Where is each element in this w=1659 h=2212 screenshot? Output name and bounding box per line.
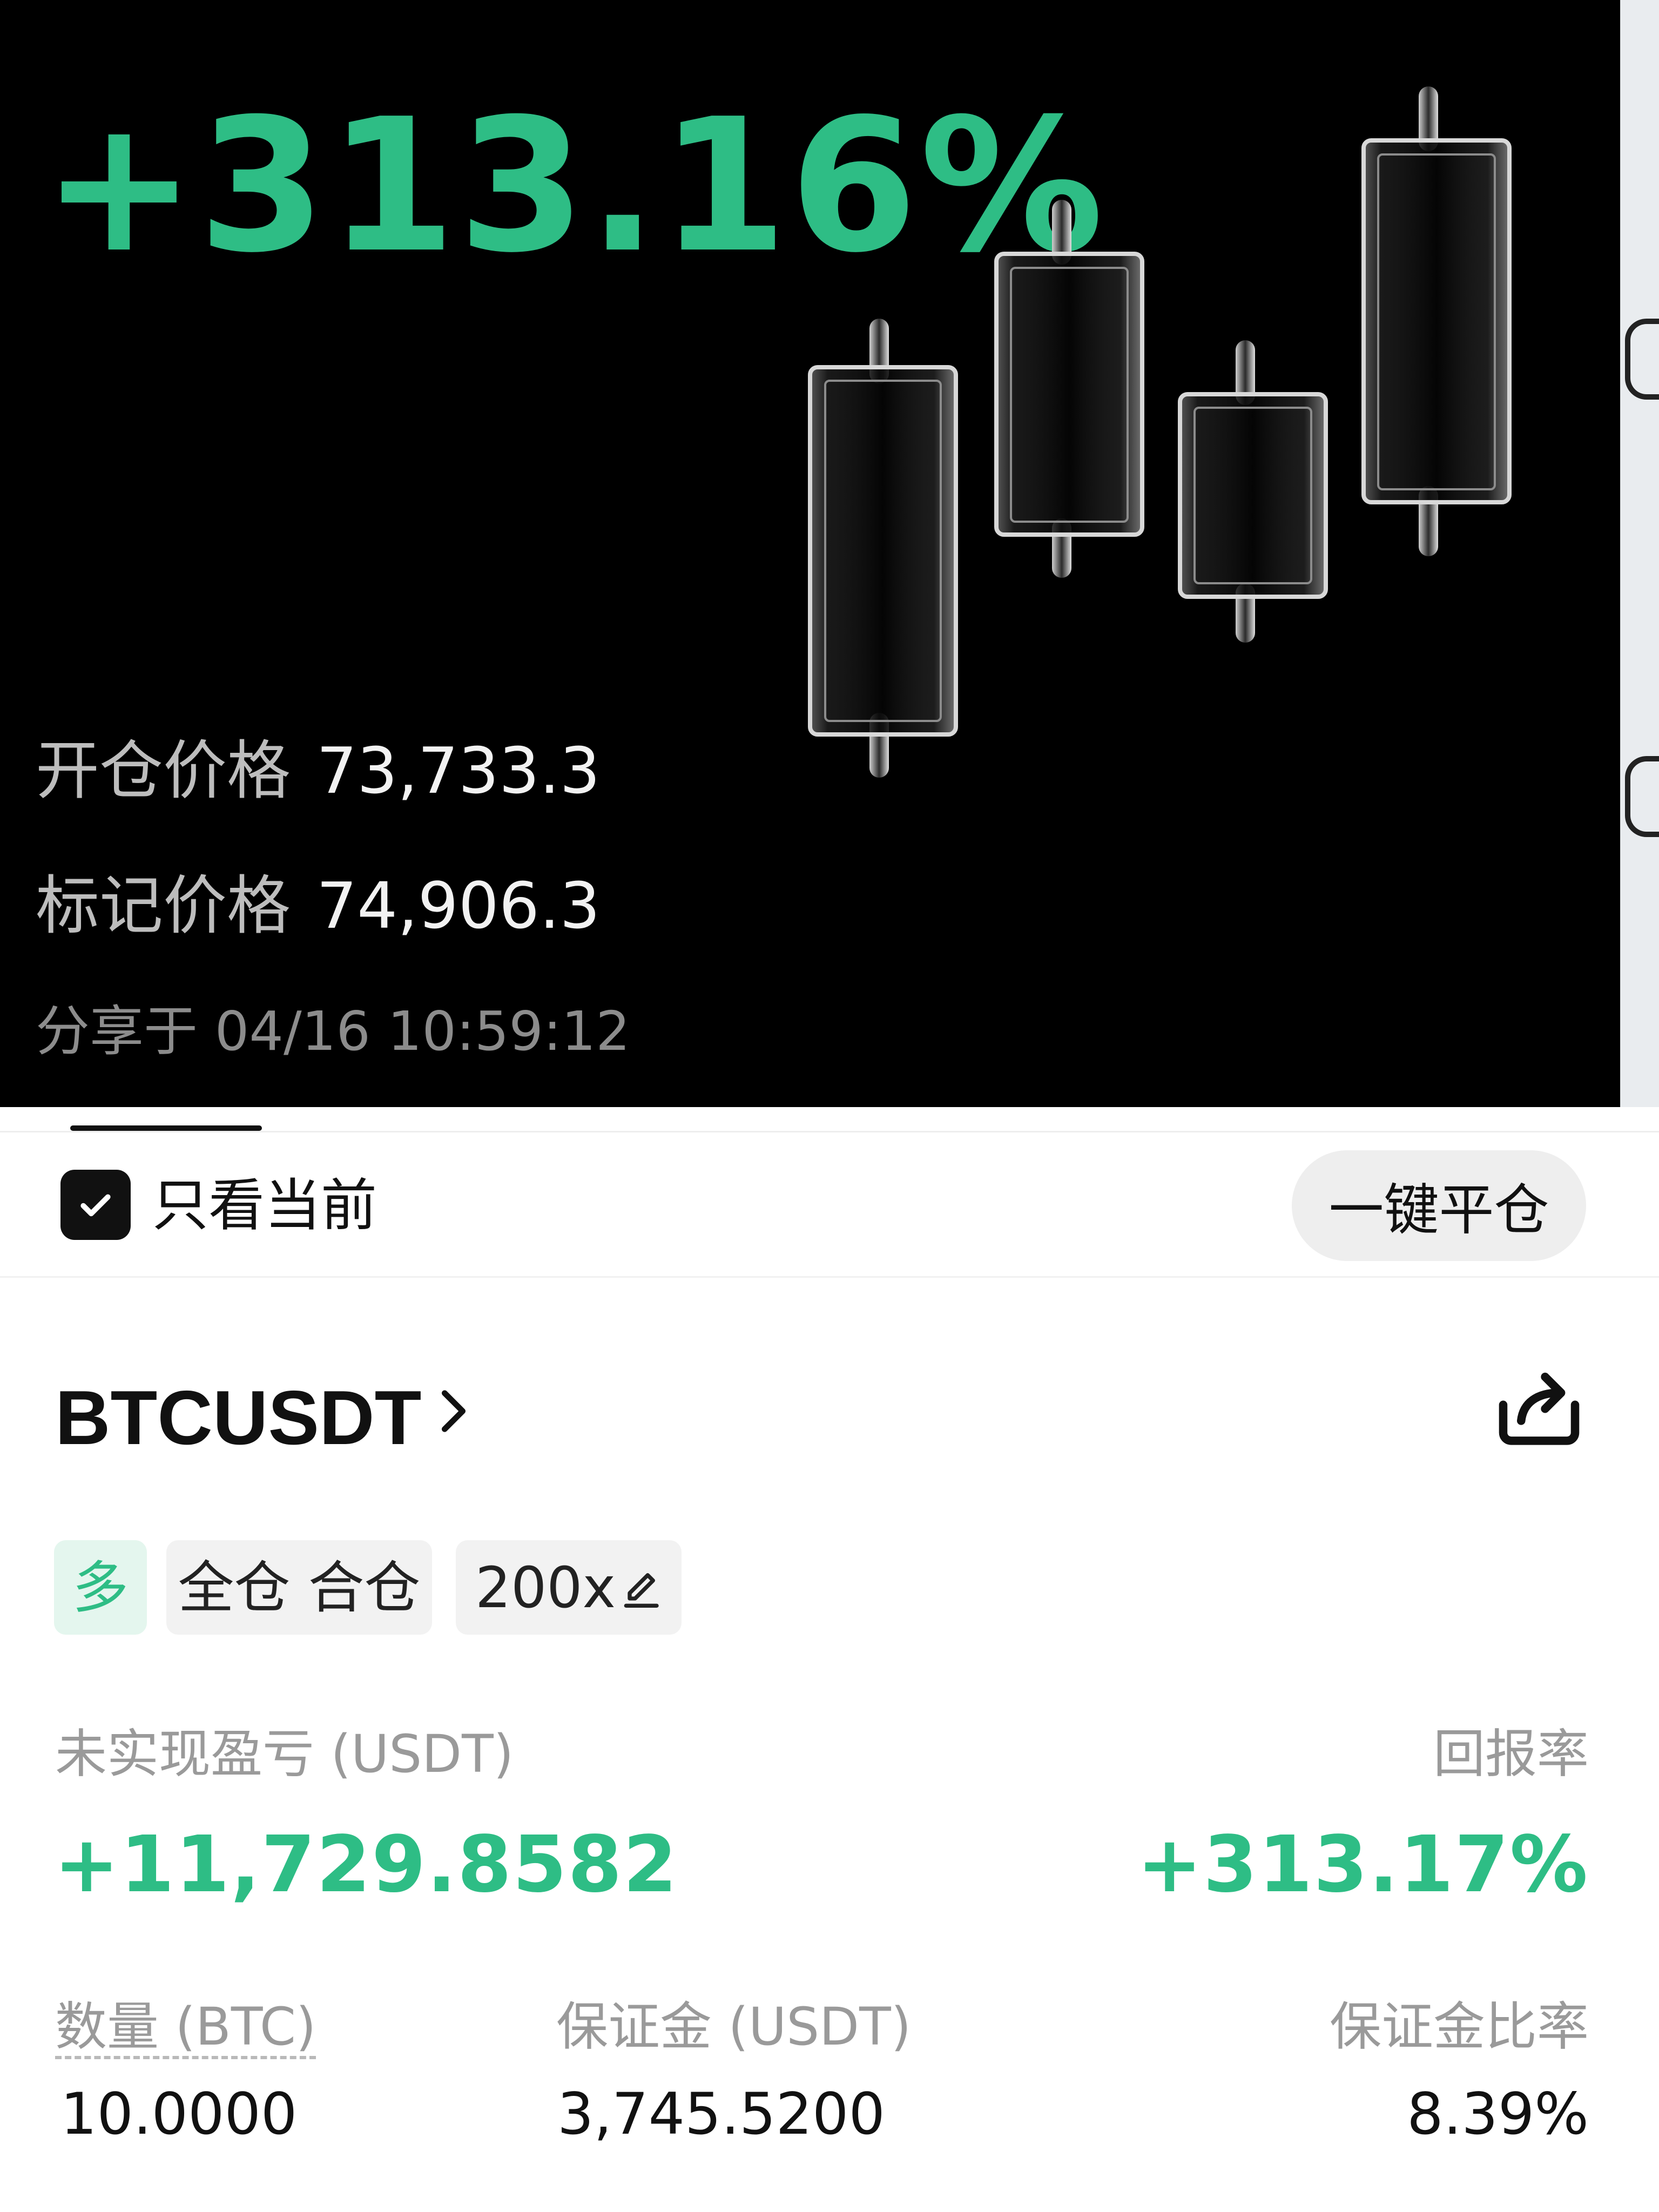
strip-icon[interactable]	[1625, 756, 1659, 837]
divider	[0, 1276, 1659, 1278]
unrealized-pnl-value: +11,729.8582	[54, 1819, 678, 1910]
edit-pencil-icon	[624, 1573, 659, 1608]
glass-candle	[994, 200, 1144, 578]
side-badge: 多	[54, 1540, 147, 1635]
margin-ratio-label: 保证金比率	[1330, 1997, 1589, 2057]
entry-price-value: 73,733.3	[316, 733, 601, 808]
mark-price-label: 标记价格	[36, 868, 291, 943]
margin-label: 保证金 (USDT)	[556, 1997, 912, 2057]
unrealized-pnl-label: 未实现盈亏 (USDT)	[55, 1724, 514, 1784]
divider	[0, 1131, 1659, 1132]
side-panel-strip	[1620, 0, 1659, 1107]
checkbox-checked-icon	[80, 1194, 111, 1217]
glass-candle	[1361, 86, 1512, 556]
active-tab-indicator	[70, 1125, 262, 1131]
quantity-label[interactable]: 数量 (BTC)	[55, 2001, 316, 2059]
leverage-value: 200x	[475, 1554, 616, 1621]
entry-price-row: 开仓价格 73,733.3	[36, 739, 600, 802]
strip-icon[interactable]	[1625, 319, 1659, 400]
quantity-value: 10.0000	[60, 2081, 298, 2147]
close-all-button[interactable]: 一键平仓	[1292, 1150, 1586, 1261]
entry-price-label: 开仓价格	[36, 733, 291, 808]
only-current-checkbox[interactable]	[60, 1170, 131, 1240]
position-filter-row: 只看当前 一键平仓	[0, 1150, 1659, 1274]
mark-price-row: 标记价格 74,906.3	[36, 874, 600, 938]
only-current-label[interactable]: 只看当前	[152, 1176, 377, 1235]
glass-candle	[1178, 340, 1328, 643]
candlestick-illustration	[808, 86, 1512, 778]
glass-candle	[808, 319, 958, 778]
share-timestamp: 分享于 04/16 10:59:12	[36, 1000, 630, 1063]
pnl-share-card: +313.16% 开仓价格 73,733.3 标记价格 74,906.3 分享于…	[0, 0, 1620, 1107]
leverage-badge[interactable]: 200x	[456, 1540, 682, 1635]
mark-price-value: 74,906.3	[316, 868, 601, 943]
margin-value: 3,745.5200	[557, 2081, 885, 2147]
share-icon[interactable]	[1491, 1361, 1588, 1453]
margin-ratio-value: 8.39%	[1407, 2081, 1589, 2147]
chevron-right-icon[interactable]	[432, 1381, 475, 1441]
margin-mode-badge: 全仓 合仓	[166, 1540, 432, 1635]
roe-label: 回报率	[1433, 1724, 1589, 1784]
position-symbol[interactable]: BTCUSDT	[55, 1380, 421, 1456]
roe-value: +313.17%	[1137, 1819, 1589, 1910]
